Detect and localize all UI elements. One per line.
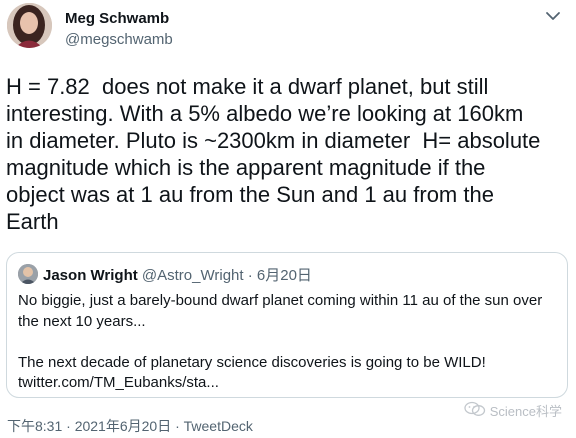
quoted-author-name[interactable]: Jason Wright [43,267,138,284]
watermark: Science科学 [464,401,562,420]
tweet-text: H = 7.82 does not make it a dwarf planet… [6,74,541,234]
tweet-footer: 下午8:31 · 2021年6月20日 · TweetDeck [7,418,253,434]
quoted-avatar[interactable] [18,264,38,284]
quoted-header: Jason Wright @Astro_Wright · 6月20日 [43,264,312,285]
chevron-down-icon[interactable] [544,9,562,21]
author-handle[interactable]: @megschwamb [65,31,173,48]
author-name[interactable]: Meg Schwamb [65,10,169,27]
wechat-icon [464,401,486,420]
watermark-text: Science科学 [489,404,562,419]
quoted-text: No biggie, just a barely-bound dwarf pla… [18,292,543,391]
quoted-tweet[interactable]: Jason Wright @Astro_Wright · 6月20日 No bi… [6,252,568,398]
quoted-meta: @Astro_Wright · 6月20日 [141,267,312,284]
avatar[interactable] [7,3,52,48]
